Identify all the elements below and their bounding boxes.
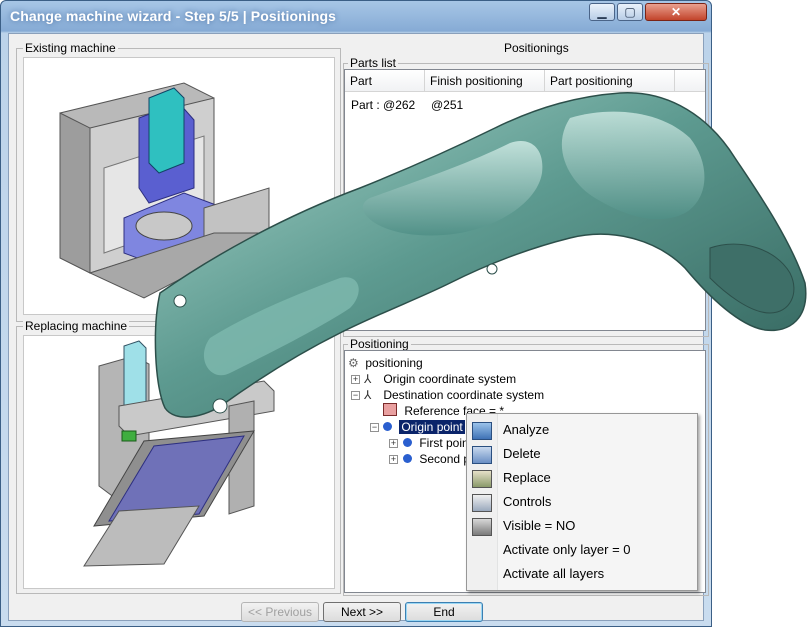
parts-list-label: Parts list — [348, 56, 399, 70]
point-icon — [403, 438, 412, 447]
delete-icon — [472, 446, 492, 464]
menu-item-visible[interactable]: Visible = NO — [467, 514, 697, 538]
minimize-icon: ▁ — [597, 5, 607, 19]
existing-machine-label: Existing machine — [23, 41, 118, 55]
column-header-filler — [675, 70, 705, 92]
maximize-button[interactable]: ▢ — [617, 3, 643, 21]
maximize-icon: ▢ — [624, 5, 636, 19]
positionings-title: Positionings — [504, 41, 569, 55]
face-icon — [383, 403, 397, 416]
previous-button[interactable]: << Previous — [241, 602, 319, 622]
cell-finish-positioning: @251 — [431, 98, 464, 112]
axes-icon: ⅄ — [364, 388, 372, 402]
analyze-icon — [472, 422, 492, 440]
menu-item-label: Visible = NO — [503, 518, 576, 533]
menu-item-activate-only-layer[interactable]: Activate only layer = 0 — [467, 538, 697, 562]
tree-node-first-point[interactable]: First point — [403, 435, 472, 451]
next-button[interactable]: Next >> — [323, 602, 401, 622]
menu-item-label: Activate only layer = 0 — [503, 542, 631, 557]
expand-icon[interactable]: + — [389, 439, 398, 448]
menu-item-label: Activate all layers — [503, 566, 605, 581]
menu-item-label: Delete — [503, 446, 541, 461]
tree-node-label: positioning — [365, 356, 423, 370]
menu-item-label: Analyze — [503, 422, 550, 437]
title-bar[interactable]: Change machine wizard - Step 5/5 | Posit… — [1, 1, 711, 33]
replace-icon — [472, 470, 492, 488]
tree-node-origin-coordinate-system[interactable]: ⅄ Origin coordinate system — [364, 371, 516, 387]
column-header-part[interactable]: Part — [345, 70, 425, 92]
close-icon: ✕ — [670, 5, 682, 19]
minimize-button[interactable]: ▁ — [589, 3, 615, 21]
collapse-icon[interactable]: − — [370, 423, 379, 432]
context-menu: Analyze Delete Replace Controls Visible … — [466, 413, 698, 591]
replacing-machine-viewport[interactable] — [23, 335, 335, 589]
parts-list[interactable]: Part Finish positioning Part positioning… — [344, 69, 706, 331]
collapse-icon[interactable]: − — [351, 391, 360, 400]
tree-node-label: Origin coordinate system — [383, 372, 517, 386]
tree-node-destination-coordinate-system[interactable]: ⅄ Destination coordinate system — [364, 387, 544, 403]
visible-icon — [472, 518, 492, 536]
menu-item-label: Controls — [503, 494, 552, 509]
replacing-machine-group: Replacing machine — [16, 319, 341, 594]
point-icon — [383, 422, 392, 431]
menu-item-activate-all-layers[interactable]: Activate all layers — [467, 562, 697, 586]
point-icon — [403, 454, 412, 463]
column-header-part-positioning[interactable]: Part positioning — [545, 70, 675, 92]
parts-list-group: Parts list Part Finish positioning Part … — [343, 56, 709, 337]
existing-machine-viewport[interactable] — [23, 57, 335, 315]
end-button[interactable]: End — [405, 602, 483, 622]
window-title: Change machine wizard - Step 5/5 | Posit… — [10, 8, 337, 24]
menu-item-controls[interactable]: Controls — [467, 490, 697, 514]
menu-item-label: Replace — [503, 470, 551, 485]
table-row[interactable]: Part : @262 @251 — [345, 96, 705, 114]
tree-node-positioning[interactable]: ⚙ positioning — [348, 355, 423, 371]
tree-node-label: First point — [419, 436, 473, 450]
expand-icon[interactable]: + — [389, 455, 398, 464]
positioning-label: Positioning — [348, 337, 411, 351]
replacing-machine-image — [83, 340, 275, 567]
tree-node-label: Origin point — [399, 420, 465, 434]
replacing-machine-label: Replacing machine — [23, 319, 130, 333]
existing-machine-group: Existing machine — [16, 41, 341, 322]
close-button[interactable]: ✕ — [645, 3, 707, 21]
existing-machine-image — [59, 82, 270, 299]
menu-item-replace[interactable]: Replace — [467, 466, 697, 490]
tree-node-label: Destination coordinate system — [383, 388, 545, 402]
tree-node-origin-point[interactable]: Origin point — [383, 419, 465, 435]
positioning-icon: ⚙ — [348, 356, 359, 370]
menu-item-delete[interactable]: Delete — [467, 442, 697, 466]
expand-icon[interactable]: + — [351, 375, 360, 384]
axes-icon: ⅄ — [364, 372, 372, 386]
column-header-finish-positioning[interactable]: Finish positioning — [425, 70, 545, 92]
cell-part: Part : @262 — [351, 98, 416, 112]
menu-item-analyze[interactable]: Analyze — [467, 418, 697, 442]
controls-icon — [472, 494, 492, 512]
